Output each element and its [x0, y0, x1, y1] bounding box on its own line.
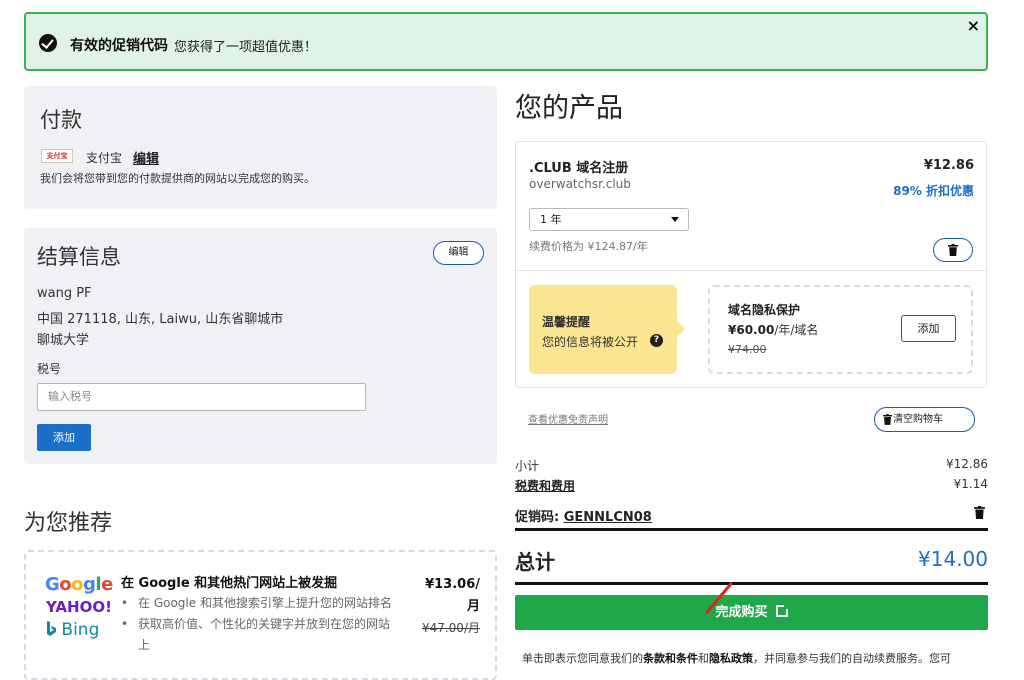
- billing-address: 中国 271118, 山东, Laiwu, 山东省聊城市: [37, 312, 284, 327]
- recommend-old-price: ¥47.00/月: [421, 621, 480, 635]
- remove-product-button[interactable]: [933, 238, 973, 262]
- recommend-card: Google YAHOO! Bing 在 Google 和其他热门网站上被发掘 …: [24, 550, 497, 680]
- clear-cart-label: 清空购物车: [893, 414, 943, 425]
- tip-text: 您的信息将被公开: [542, 335, 639, 349]
- payment-method-name: 支付宝: [86, 151, 123, 165]
- privacy-price: ¥60.00/年/域名: [728, 321, 818, 338]
- products-title: 您的产品: [515, 93, 623, 124]
- payment-edit-link[interactable]: 编辑: [133, 148, 159, 167]
- recommend-bullets: 在 Google 和其他搜索引擎上提升您的网站排名 获取高价值、个性化的关键字并…: [121, 593, 401, 656]
- payment-panel: 付款 支付宝 支付宝 编辑 我们会将您带到您的付款提供商的网站以完成您的购买。: [24, 86, 497, 209]
- total-label: 总计: [515, 550, 555, 574]
- google-logo: Google: [45, 574, 113, 595]
- bing-logo-text: Bing: [61, 620, 100, 640]
- chevron-down-icon: [671, 217, 679, 222]
- check-circle-icon: [39, 34, 57, 52]
- subtotal-label: 小计: [515, 459, 540, 473]
- clear-cart-button[interactable]: 清空购物车: [874, 407, 975, 432]
- payment-title: 付款: [40, 108, 82, 132]
- legal-text-2: ，并同意参与我们的自动续费服务。您可: [753, 652, 951, 665]
- subtotal-value: ¥12.86: [946, 457, 988, 471]
- legal-text: 单击即表示您同意我们的条款和条件和隐私政策，并同意参与我们的自动续费服务。您可: [522, 650, 951, 666]
- privacy-price-amount: ¥60.00: [728, 323, 775, 337]
- help-icon[interactable]: ?: [650, 334, 663, 347]
- alipay-logo: 支付宝: [41, 149, 73, 163]
- product-card: .CLUB 域名注册 overwatchsr.club ¥12.86 89% 折…: [515, 141, 987, 388]
- tax-fees-link[interactable]: 税费和费用: [515, 479, 575, 493]
- promo-code-label: 促销码:: [515, 510, 560, 525]
- remove-promo-icon[interactable]: [974, 506, 985, 519]
- tax-row: 税费和费用 ¥1.14: [515, 477, 988, 494]
- billing-org: 聊城大学: [37, 333, 90, 348]
- subtotal-row: 小计 ¥12.86: [515, 457, 988, 474]
- privacy-price-unit: /年/域名: [774, 323, 819, 337]
- add-privacy-button[interactable]: 添加: [901, 315, 956, 342]
- billing-edit-button[interactable]: 编辑: [433, 241, 484, 265]
- promo-banner-message: 您获得了一项超值优惠！: [174, 40, 318, 55]
- billing-title: 结算信息: [37, 245, 121, 269]
- recommend-title: 为您推荐: [24, 511, 113, 536]
- product-domain: overwatchsr.club: [529, 177, 631, 191]
- tax-id-label: 税号: [37, 362, 62, 376]
- product-discount: 89% 折扣优惠: [893, 184, 974, 198]
- total-value: ¥14.00: [918, 547, 988, 571]
- complete-purchase-button[interactable]: 完成购买: [515, 595, 988, 630]
- tax-id-input[interactable]: 输入税号: [37, 383, 366, 411]
- term-select[interactable]: 1 年: [529, 208, 689, 231]
- recommend-price: ¥13.06/ 月: [424, 574, 480, 618]
- term-select-value: 1 年: [540, 213, 562, 226]
- product-name: .CLUB 域名注册: [529, 161, 629, 176]
- legal-and: 和: [698, 652, 709, 665]
- legal-text-1: 单击即表示您同意我们的: [522, 652, 643, 665]
- privacy-policy-link[interactable]: 隐私政策: [709, 652, 753, 665]
- payment-note: 我们会将您带到您的付款提供商的网站以完成您的购买。: [40, 172, 315, 185]
- privacy-protection-offer: 域名隐私保护 ¥60.00/年/域名 ¥74.00 添加: [708, 285, 973, 374]
- tax-add-button[interactable]: 添加: [37, 424, 91, 451]
- recommend-price-unit: 月: [466, 599, 480, 614]
- yahoo-logo: YAHOO!: [46, 598, 112, 616]
- promo-code-banner: 有效的促销代码 您获得了一项超值优惠！ ×: [24, 12, 988, 71]
- complete-purchase-label: 完成购买: [715, 605, 768, 620]
- privacy-title: 域名隐私保护: [728, 303, 801, 317]
- list-item: 获取高价值、个性化的关键字并放到在您的网站上: [121, 614, 401, 656]
- product-price: ¥12.86: [923, 158, 974, 173]
- tax-value: ¥1.14: [953, 477, 988, 491]
- recommend-price-amount: ¥13.06/: [425, 577, 480, 592]
- terms-link[interactable]: 条款和条件: [643, 652, 698, 665]
- list-item: 在 Google 和其他搜索引擎上提升您的网站排名: [121, 593, 401, 614]
- bing-logo: Bing: [46, 620, 99, 640]
- billing-panel: 结算信息 编辑 wang PF 中国 271118, 山东, Laiwu, 山东…: [24, 228, 497, 464]
- billing-name: wang PF: [37, 286, 92, 301]
- divider: [515, 582, 988, 585]
- external-link-icon: [775, 603, 790, 617]
- bing-icon: [47, 621, 56, 636]
- tip-title: 温馨提醒: [542, 315, 591, 329]
- promo-banner-title: 有效的促销代码: [70, 38, 168, 54]
- trash-icon: [948, 244, 958, 256]
- promo-code-value: GENNLCN08: [563, 510, 652, 525]
- discount-disclaimer-link[interactable]: 查看优惠免责声明: [528, 411, 608, 426]
- privacy-warning-tip: 温馨提醒 您的信息将被公开 ?: [529, 285, 685, 374]
- promo-code-row: 促销码: GENNLCN08: [515, 506, 652, 525]
- renewal-price: 续费价格为 ¥124.87/年: [529, 240, 648, 253]
- divider: [516, 270, 986, 271]
- recommend-heading: 在 Google 和其他热门网站上被发掘: [121, 576, 338, 591]
- divider: [515, 528, 988, 531]
- privacy-old-price: ¥74.00: [728, 343, 767, 356]
- close-icon[interactable]: ×: [967, 16, 980, 35]
- trash-icon: [883, 414, 892, 425]
